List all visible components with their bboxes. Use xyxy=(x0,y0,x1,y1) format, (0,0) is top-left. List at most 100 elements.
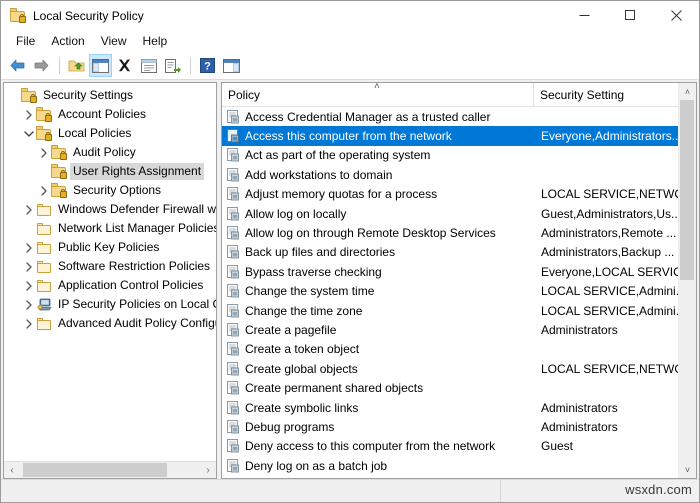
sidebar-item-label: Local Policies xyxy=(58,126,132,140)
table-row[interactable]: Deny access to this computer from the ne… xyxy=(222,437,678,456)
sidebar-item-label: Application Control Policies xyxy=(58,278,204,292)
table-row[interactable]: Change the system time LOCAL SERVICE,Admi… xyxy=(222,282,678,301)
sidebar-item-local-policies[interactable]: Local Policies xyxy=(4,124,216,143)
chevron-down-icon[interactable] xyxy=(22,124,36,143)
table-row[interactable]: Change the time zone LOCAL SERVICE,Admini… xyxy=(222,301,678,320)
sidebar-item-audit-policy[interactable]: Audit Policy xyxy=(4,143,216,162)
folder-icon xyxy=(36,278,52,294)
scroll-down-icon[interactable]: ˅ xyxy=(679,461,696,478)
policy-icon xyxy=(225,439,241,454)
sort-ascending-icon: ˄ xyxy=(374,83,380,92)
chevron-right-icon[interactable] xyxy=(22,200,36,219)
up-folder-icon[interactable] xyxy=(65,54,88,77)
chevron-right-icon[interactable] xyxy=(37,143,51,162)
chevron-right-icon[interactable] xyxy=(22,257,36,276)
help-icon[interactable]: ? xyxy=(196,54,219,77)
table-row[interactable]: Access Credential Manager as a trusted c… xyxy=(222,107,678,126)
table-row[interactable]: Create a token object xyxy=(222,340,678,359)
sidebar-item-software-restriction-policies[interactable]: Software Restriction Policies xyxy=(4,257,216,276)
back-icon[interactable] xyxy=(6,54,29,77)
sidebar-item-windows-defender-firewall-with-adva[interactable]: Windows Defender Firewall with Adva xyxy=(4,200,216,219)
folder-icon xyxy=(36,240,52,256)
menu-item-view[interactable]: View xyxy=(93,32,135,51)
maximize-button[interactable] xyxy=(607,1,653,30)
table-row[interactable]: Bypass traverse checking Everyone,LOCAL S… xyxy=(222,262,678,281)
properties-icon[interactable] xyxy=(137,54,160,77)
table-row[interactable]: Adjust memory quotas for a process LOCAL … xyxy=(222,185,678,204)
list-column-header: Policy ˄ Security Setting xyxy=(222,83,678,107)
chevron-right-icon[interactable] xyxy=(22,295,36,314)
toolbar-separator xyxy=(59,57,60,74)
show-hide-console-tree-icon[interactable] xyxy=(89,54,112,77)
chevron-right-icon[interactable] xyxy=(22,238,36,257)
sidebar-item-security-settings[interactable]: Security Settings xyxy=(4,86,216,105)
sidebar-item-label: Windows Defender Firewall with Adva xyxy=(58,202,216,216)
folder-icon xyxy=(36,221,52,237)
policy-icon xyxy=(225,206,241,221)
list-vertical-scrollbar[interactable]: ˄ ˅ xyxy=(678,83,696,478)
vscroll-track[interactable] xyxy=(679,100,696,461)
scroll-left-icon[interactable]: ‹ xyxy=(4,462,20,478)
table-row[interactable]: Allow log on through Remote Desktop Serv… xyxy=(222,223,678,242)
security-setting-cell: Everyone,Administrators... xyxy=(541,129,678,144)
sidebar-item-label: User Rights Assignment xyxy=(70,163,205,180)
table-row[interactable]: Deny log on as a service xyxy=(222,475,678,478)
policy-name-cell: Act as part of the operating system xyxy=(245,148,431,163)
sidebar-item-network-list-manager-policies[interactable]: Network List Manager Policies xyxy=(4,219,216,238)
delete-icon[interactable] xyxy=(113,54,136,77)
policy-name-cell: Bypass traverse checking xyxy=(245,264,382,279)
sidebar-item-label: Software Restriction Policies xyxy=(58,259,211,273)
sidebar-item-ip-security-policies-on-local-compute[interactable]: IP Security Policies on Local Compute xyxy=(4,295,216,314)
policy-name-cell: Change the time zone xyxy=(245,303,363,318)
tree-horizontal-scrollbar[interactable]: ‹ › xyxy=(4,461,216,478)
policy-name-cell: Create symbolic links xyxy=(245,400,359,415)
export-list-icon[interactable] xyxy=(161,54,184,77)
table-row[interactable]: Back up files and directories Administrat… xyxy=(222,243,678,262)
table-row[interactable]: Create permanent shared objects xyxy=(222,378,678,397)
column-header-policy-label: Policy xyxy=(228,87,261,102)
policy-name-cell: Allow log on locally xyxy=(245,206,347,221)
hscroll-thumb[interactable] xyxy=(23,463,167,477)
show-hide-action-pane-icon[interactable] xyxy=(220,54,243,77)
sidebar-item-label: Security Options xyxy=(73,183,162,197)
table-row[interactable]: Act as part of the operating system xyxy=(222,146,678,165)
chevron-right-icon[interactable] xyxy=(37,181,51,200)
sidebar-item-account-policies[interactable]: Account Policies xyxy=(4,105,216,124)
forward-icon[interactable] xyxy=(30,54,53,77)
close-button[interactable] xyxy=(653,1,699,30)
policy-icon xyxy=(225,381,241,396)
sidebar-item-public-key-policies[interactable]: Public Key Policies xyxy=(4,238,216,257)
menu-item-action[interactable]: Action xyxy=(43,32,92,51)
hscroll-track[interactable] xyxy=(20,462,200,478)
sidebar-item-advanced-audit-policy-configuration[interactable]: Advanced Audit Policy Configuration xyxy=(4,314,216,333)
chevron-right-icon[interactable] xyxy=(22,314,36,333)
column-header-policy[interactable]: Policy ˄ xyxy=(222,83,534,106)
menu-item-help[interactable]: Help xyxy=(135,32,176,51)
chevron-right-icon[interactable] xyxy=(22,105,36,124)
table-row[interactable]: Debug programs Administrators xyxy=(222,417,678,436)
sidebar-item-security-options[interactable]: Security Options xyxy=(4,181,216,200)
policy-icon xyxy=(225,109,241,124)
sidebar-item-application-control-policies[interactable]: Application Control Policies xyxy=(4,276,216,295)
table-row[interactable]: Deny log on as a batch job xyxy=(222,456,678,475)
minimize-button[interactable] xyxy=(561,1,607,30)
menu-item-file[interactable]: File xyxy=(8,32,43,51)
sidebar-item-user-rights-assignment[interactable]: User Rights Assignment xyxy=(4,162,216,181)
security-setting-cell: Administrators xyxy=(541,322,618,337)
local-security-policy-window: Local Security Policy File Action View H… xyxy=(0,0,700,503)
table-row[interactable]: Create a pagefile Administrators xyxy=(222,320,678,339)
table-row[interactable]: Create symbolic links Administrators xyxy=(222,398,678,417)
table-row[interactable]: Allow log on locally Guest,Administrators… xyxy=(222,204,678,223)
table-row[interactable]: Add workstations to domain xyxy=(222,165,678,184)
sidebar-item-label: Audit Policy xyxy=(73,145,136,159)
table-row[interactable]: Create global objects LOCAL SERVICE,NETWO… xyxy=(222,359,678,378)
policy-name-cell: Access Credential Manager as a trusted c… xyxy=(245,109,491,124)
scroll-up-icon[interactable]: ˄ xyxy=(679,83,696,100)
vscroll-thumb[interactable] xyxy=(680,100,694,280)
column-header-security-setting[interactable]: Security Setting xyxy=(534,83,678,106)
chevron-right-icon[interactable] xyxy=(22,276,36,295)
table-row[interactable]: Access this computer from the network Eve… xyxy=(222,126,678,146)
scroll-right-icon[interactable]: › xyxy=(200,462,216,478)
